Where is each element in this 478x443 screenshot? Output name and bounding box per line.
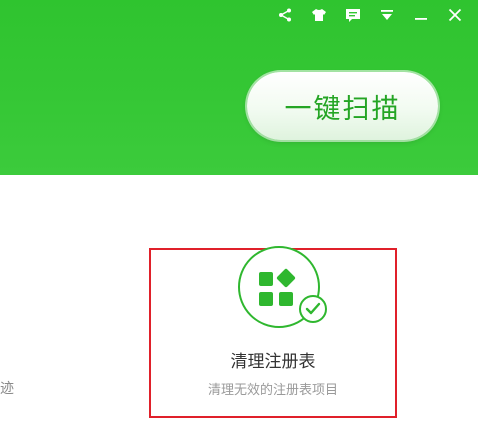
share-icon[interactable]	[276, 6, 294, 24]
one-click-scan-button[interactable]: 一键扫描	[247, 72, 438, 140]
close-icon[interactable]	[446, 6, 464, 24]
registry-grid-icon	[259, 268, 296, 306]
header-banner: 一键扫描	[0, 0, 478, 175]
minimize-icon[interactable]	[412, 6, 430, 24]
check-badge-icon	[299, 295, 327, 323]
titlebar-controls	[276, 4, 464, 26]
left-feature-desc-fragment: 迹	[0, 381, 14, 397]
feedback-icon[interactable]	[344, 6, 362, 24]
dropdown-menu-icon[interactable]	[378, 6, 396, 24]
registry-card-description: 清理无效的注册表项目	[207, 383, 338, 398]
registry-card-title: 清理注册表	[230, 352, 316, 372]
skin-icon[interactable]	[310, 6, 328, 24]
